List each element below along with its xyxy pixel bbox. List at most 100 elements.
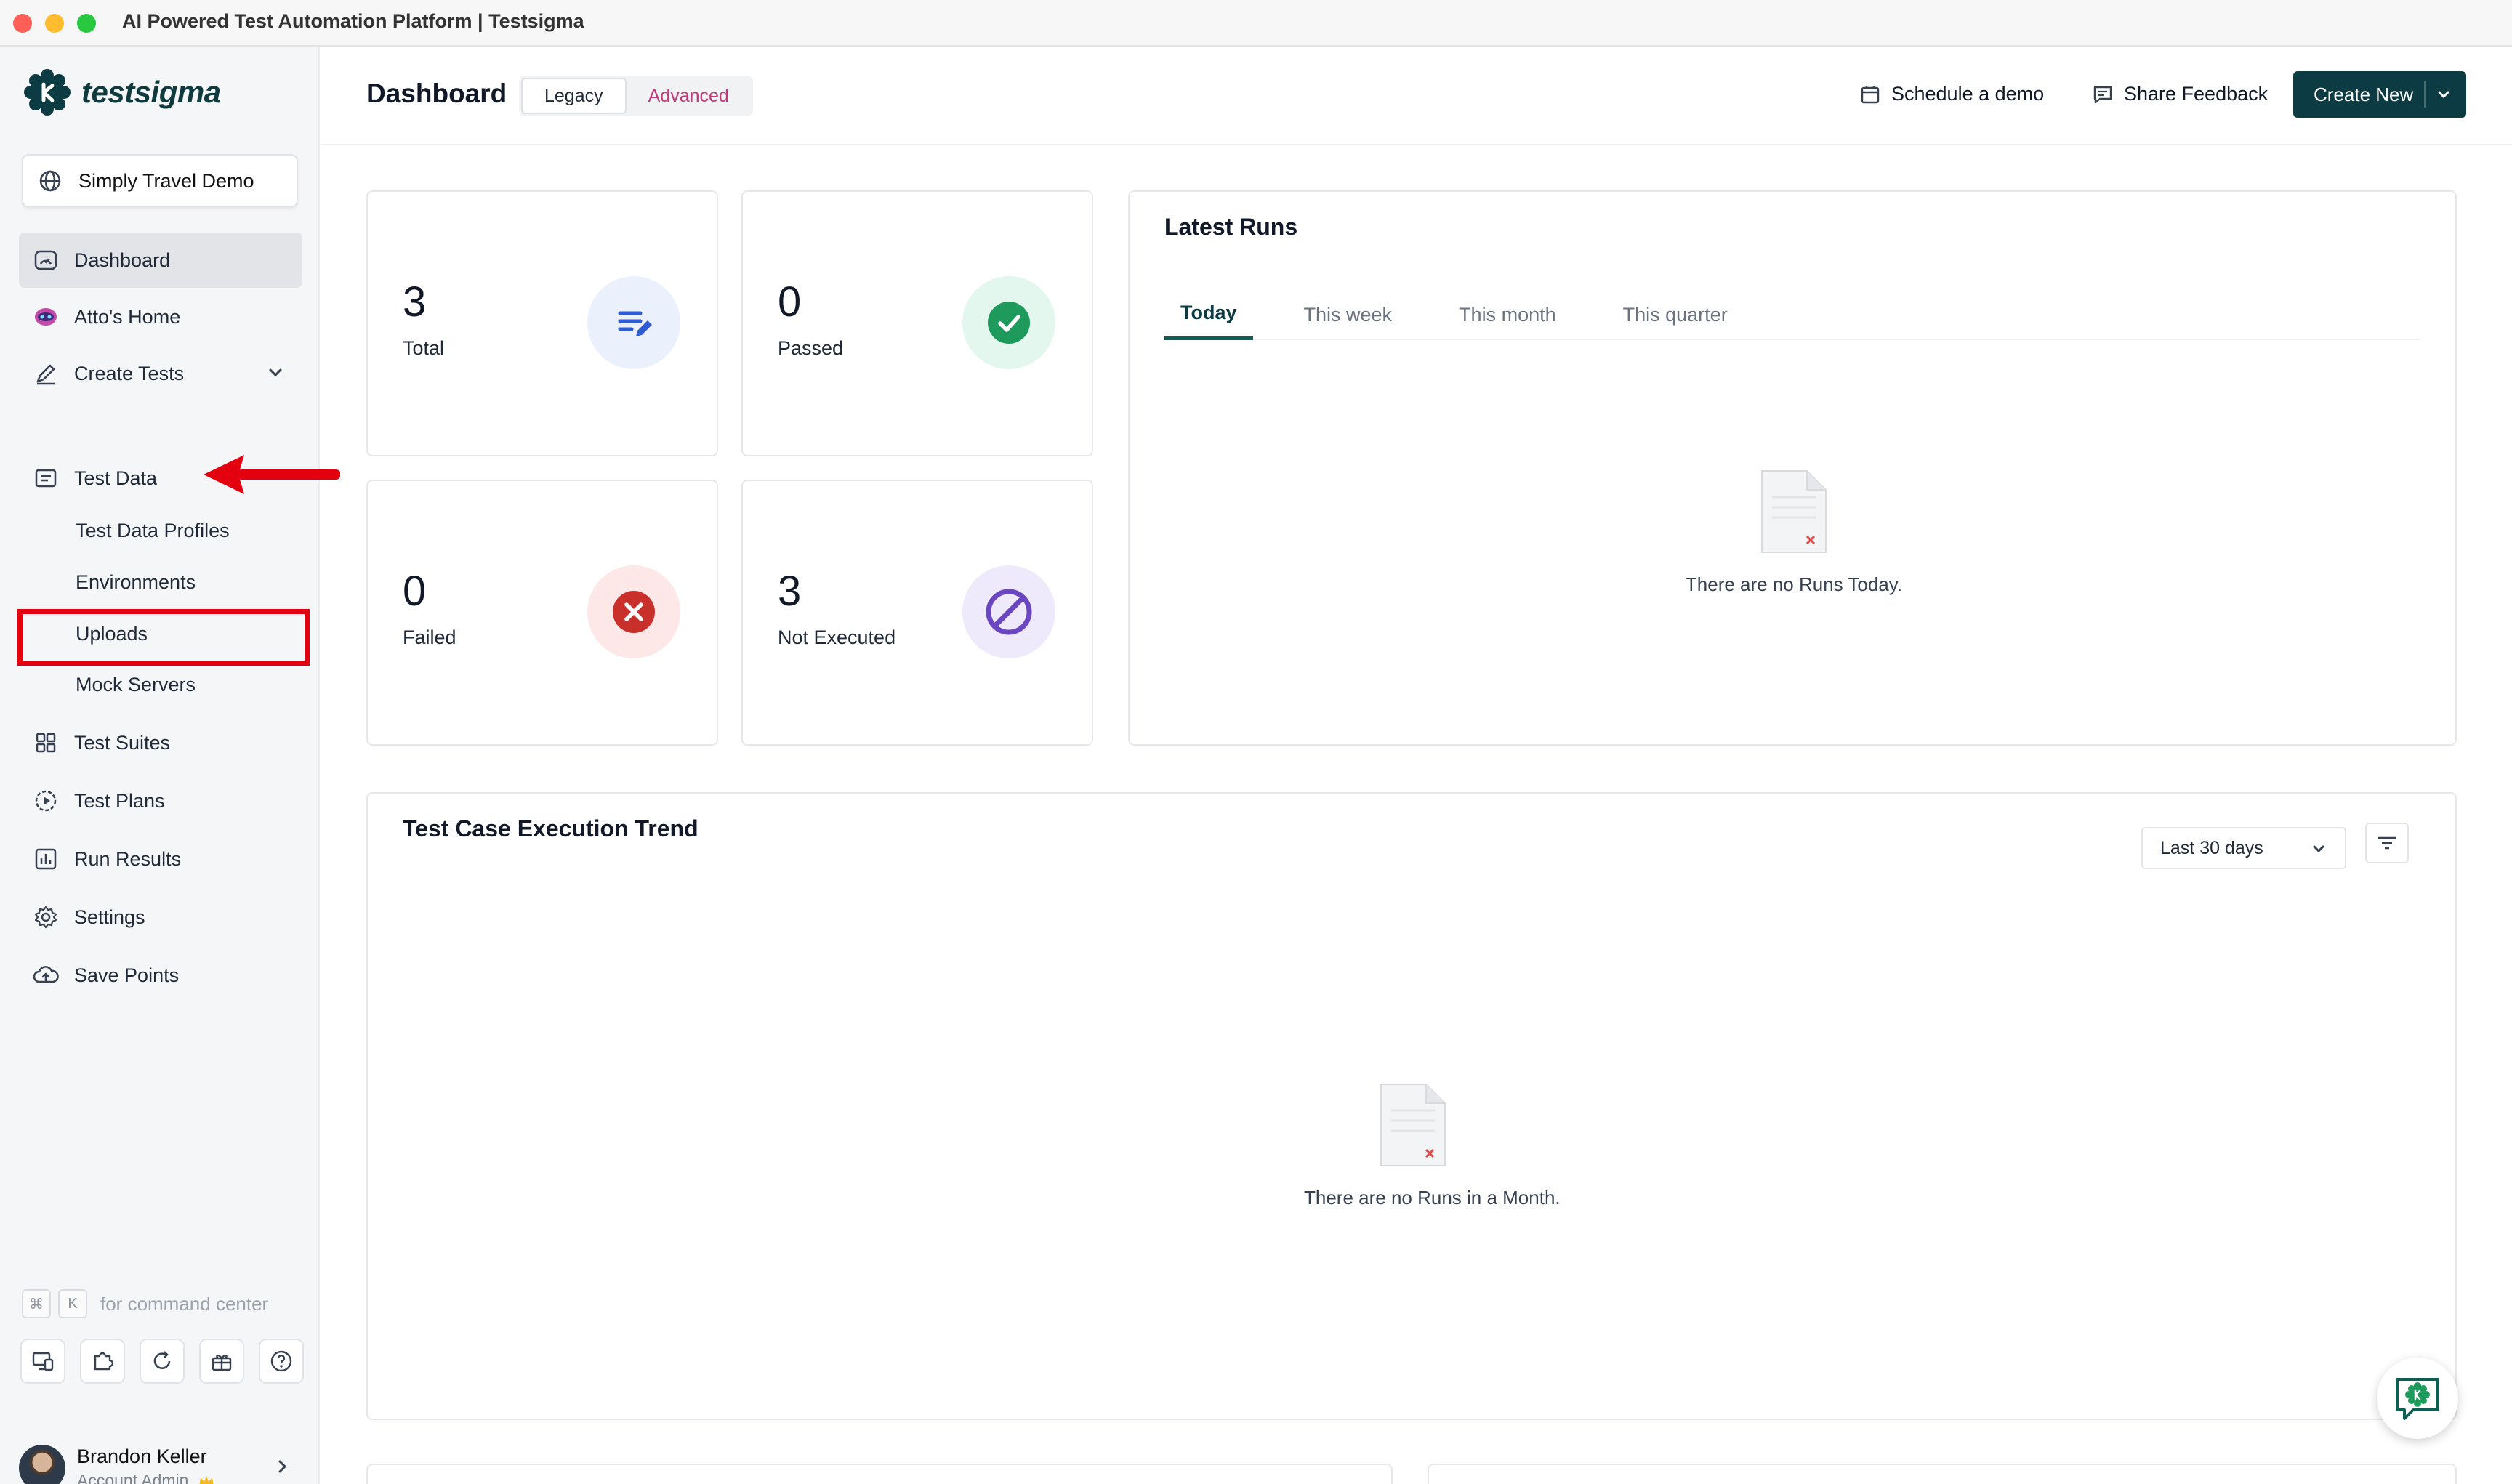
k-key: K bbox=[58, 1289, 87, 1318]
gift-icon[interactable] bbox=[199, 1339, 244, 1384]
command-key: ⌘ bbox=[22, 1289, 51, 1318]
folder-icon bbox=[32, 464, 60, 492]
chevron-right-icon[interactable] bbox=[272, 1456, 292, 1477]
date-range-value: Last 30 days bbox=[2160, 837, 2263, 858]
sidebar-item-label: Dashboard bbox=[74, 249, 171, 271]
sidebar-item-test-plans[interactable]: Test Plans bbox=[19, 773, 302, 828]
filter-button[interactable] bbox=[2365, 823, 2409, 863]
tab-this-week[interactable]: This week bbox=[1288, 289, 1409, 340]
bottom-card-right bbox=[1428, 1464, 2457, 1484]
sidebar-item-label: Create Tests bbox=[74, 362, 185, 384]
tab-this-month[interactable]: This month bbox=[1443, 289, 1572, 340]
sidebar-subitem-mock-servers[interactable]: Mock Servers bbox=[76, 663, 196, 706]
refresh-icon[interactable] bbox=[140, 1339, 185, 1384]
project-selector[interactable]: Simply Travel Demo bbox=[22, 154, 298, 208]
sidebar-item-run-results[interactable]: Run Results bbox=[19, 831, 302, 887]
execution-trend-panel: Test Case Execution Trend Last 30 days T… bbox=[366, 792, 2457, 1420]
stat-card-total[interactable]: 3 Total bbox=[366, 190, 718, 456]
x-circle-icon bbox=[587, 565, 680, 658]
page-title: Dashboard bbox=[366, 78, 507, 108]
sidebar: testsigma Simply Travel Demo Dashboard A… bbox=[0, 47, 340, 1484]
help-icon[interactable] bbox=[259, 1339, 304, 1384]
annotation-arrow bbox=[204, 455, 340, 494]
command-hint-text: for command center bbox=[100, 1292, 269, 1315]
project-name: Simply Travel Demo bbox=[78, 169, 254, 192]
button-divider bbox=[2424, 81, 2426, 108]
stat-label: Total bbox=[403, 337, 445, 359]
sidebar-item-label: Settings bbox=[74, 906, 145, 928]
bar-chart-icon bbox=[32, 845, 60, 873]
stat-card-passed[interactable]: 0 Passed bbox=[741, 190, 1093, 456]
stat-label: Not Executed bbox=[778, 626, 896, 648]
list-edit-icon bbox=[587, 276, 680, 369]
share-feedback-label: Share Feedback bbox=[2124, 83, 2269, 105]
create-new-label: Create New bbox=[2314, 83, 2414, 105]
empty-document-icon bbox=[1380, 1084, 1446, 1166]
window-titlebar: AI Powered Test Automation Platform | Te… bbox=[0, 0, 2512, 47]
sidebar-item-label: Save Points bbox=[74, 964, 180, 986]
stat-label: Passed bbox=[778, 337, 844, 359]
tab-this-quarter[interactable]: This quarter bbox=[1607, 289, 1744, 340]
avatar bbox=[19, 1445, 65, 1484]
globe-icon bbox=[39, 170, 61, 192]
legacy-toggle-button[interactable]: Legacy bbox=[521, 78, 627, 114]
user-name: Brandon Keller bbox=[77, 1445, 207, 1467]
stat-value: 0 bbox=[778, 278, 802, 326]
sidebar-item-test-suites[interactable]: Test Suites bbox=[19, 715, 302, 770]
sidebar-subitem-environments[interactable]: Environments bbox=[76, 560, 196, 604]
sidebar-subitem-test-data-profiles[interactable]: Test Data Profiles bbox=[76, 509, 230, 552]
schedule-demo-label: Schedule a demo bbox=[1891, 83, 2045, 105]
execution-trend-empty-text: There are no Runs in a Month. bbox=[1304, 1187, 1561, 1209]
sidebar-item-settings[interactable]: Settings bbox=[19, 890, 302, 945]
execution-trend-title: Test Case Execution Trend bbox=[403, 815, 699, 842]
brand-logo[interactable]: testsigma bbox=[23, 68, 221, 116]
chevron-down-icon[interactable] bbox=[2434, 85, 2453, 104]
chevron-down-icon bbox=[2313, 845, 2324, 853]
pencil-icon bbox=[32, 360, 60, 387]
sidebar-item-label: Test Data bbox=[74, 467, 158, 489]
advanced-toggle-button[interactable]: Advanced bbox=[627, 78, 751, 114]
stat-value: 3 bbox=[778, 568, 802, 615]
latest-runs-tabs: Today This week This month This quarter bbox=[1164, 289, 2420, 340]
ban-icon bbox=[962, 565, 1055, 658]
sidebar-item-label: Test Plans bbox=[74, 789, 165, 812]
chat-support-button[interactable] bbox=[2377, 1358, 2458, 1439]
remote-desktop-icon[interactable] bbox=[20, 1339, 65, 1384]
brand-name: testsigma bbox=[81, 75, 221, 109]
sidebar-item-label: Atto's Home bbox=[74, 305, 181, 328]
stat-card-not-executed[interactable]: 3 Not Executed bbox=[741, 480, 1093, 746]
dashboard-mode-toggle: Legacy Advanced bbox=[519, 76, 753, 116]
testsigma-logo-icon bbox=[24, 69, 71, 116]
schedule-demo-button[interactable]: Schedule a demo bbox=[1859, 83, 2044, 105]
maximize-window-button[interactable] bbox=[77, 14, 96, 33]
minimize-window-button[interactable] bbox=[45, 14, 64, 33]
message-icon bbox=[2093, 86, 2112, 103]
sidebar-item-create-tests[interactable]: Create Tests bbox=[19, 346, 302, 401]
crown-icon bbox=[199, 1476, 214, 1484]
sidebar-item-save-points[interactable]: Save Points bbox=[19, 948, 302, 1003]
gauge-icon bbox=[32, 246, 60, 274]
chat-bot-icon bbox=[2396, 1378, 2439, 1420]
puzzle-icon[interactable] bbox=[80, 1339, 125, 1384]
latest-runs-panel: Latest Runs Today This week This month T… bbox=[1128, 190, 2457, 746]
sidebar-item-label: Run Results bbox=[74, 847, 182, 870]
check-circle-icon bbox=[962, 276, 1055, 369]
sidebar-item-attos-home[interactable]: Atto's Home bbox=[19, 289, 302, 344]
share-feedback-button[interactable]: Share Feedback bbox=[2092, 83, 2268, 105]
stat-card-failed[interactable]: 0 Failed bbox=[366, 480, 718, 746]
date-range-select[interactable]: Last 30 days bbox=[2141, 827, 2346, 869]
user-profile[interactable]: Brandon Keller Account Admin bbox=[19, 1442, 302, 1484]
annotation-highlight-box bbox=[17, 609, 310, 666]
filter-icon bbox=[2378, 836, 2396, 850]
stat-value: 0 bbox=[403, 568, 427, 615]
gear-icon bbox=[32, 903, 60, 931]
sidebar-item-dashboard[interactable]: Dashboard bbox=[19, 233, 302, 288]
user-role: Account Admin bbox=[77, 1471, 215, 1484]
execution-trend-empty-state: There are no Runs in a Month. bbox=[1304, 1081, 1561, 1209]
create-new-button[interactable]: Create New bbox=[2293, 71, 2466, 118]
tab-today[interactable]: Today bbox=[1164, 289, 1253, 340]
command-center-hint[interactable]: ⌘ K for command center bbox=[22, 1289, 268, 1318]
close-window-button[interactable] bbox=[13, 14, 32, 33]
stat-label: Failed bbox=[403, 626, 456, 648]
chevron-down-icon[interactable] bbox=[265, 362, 286, 384]
